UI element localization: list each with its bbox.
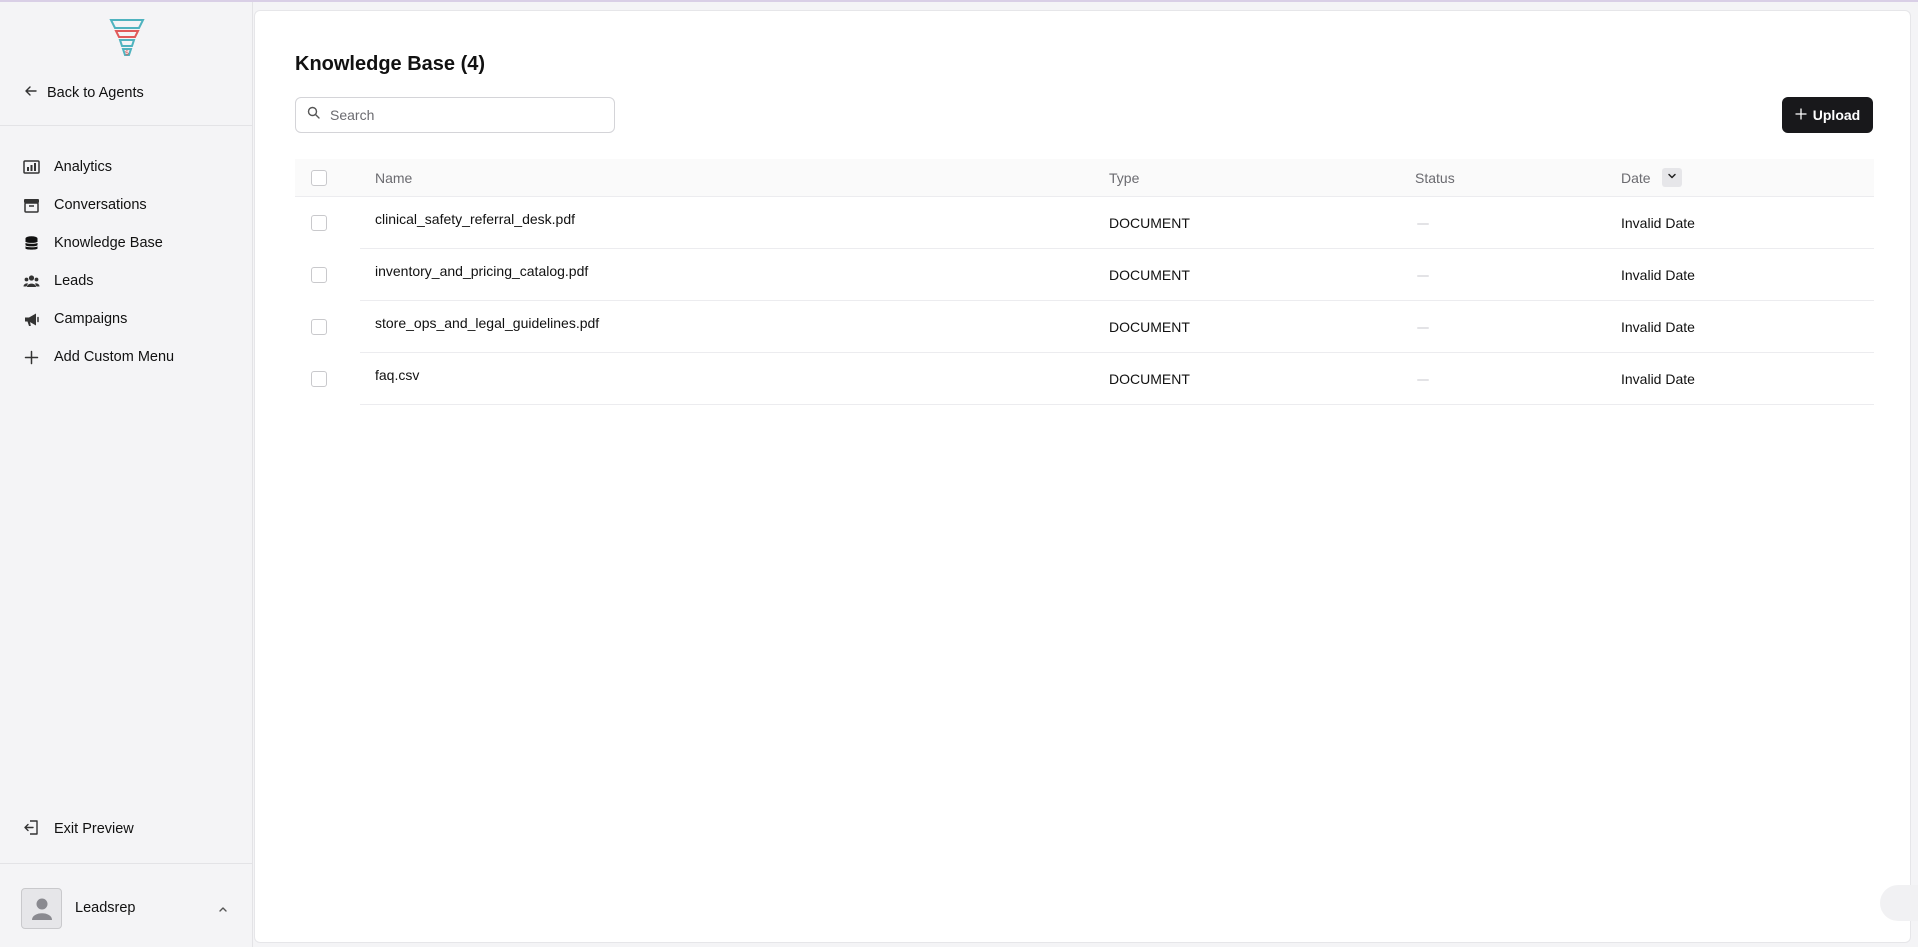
user-name: Leadsrep (75, 900, 136, 916)
sidebar-item-campaigns[interactable]: Campaigns (0, 300, 253, 338)
sidebar-item-label: Campaigns (54, 311, 128, 327)
sidebar-item-label: Leads (54, 273, 94, 289)
select-all-checkbox[interactable] (311, 170, 327, 186)
back-to-agents-link[interactable]: Back to Agents (23, 82, 144, 104)
status-empty (1417, 223, 1429, 225)
file-name[interactable]: store_ops_and_legal_guidelines.pdf (375, 315, 599, 331)
file-type: DOCUMENT (1109, 215, 1190, 231)
sidebar-item-label: Add Custom Menu (54, 349, 175, 365)
file-name[interactable]: clinical_safety_referral_desk.pdf (375, 211, 575, 227)
file-date: Invalid Date (1621, 267, 1695, 283)
plus-icon (1795, 107, 1807, 123)
sidebar: $ Back to Agents Analytics Conversations… (0, 2, 253, 947)
svg-text:$: $ (125, 49, 129, 57)
table-row[interactable]: store_ops_and_legal_guidelines.pdf DOCUM… (295, 301, 1874, 353)
upload-button[interactable]: Upload (1782, 97, 1873, 133)
exit-icon (23, 819, 40, 840)
sidebar-item-conversations[interactable]: Conversations (0, 186, 253, 224)
table-row[interactable]: inventory_and_pricing_catalog.pdf DOCUME… (295, 249, 1874, 301)
row-divider (360, 404, 1874, 405)
file-date: Invalid Date (1621, 371, 1695, 387)
sidebar-nav: Analytics Conversations Knowledge Base L… (0, 148, 253, 376)
floating-widget-tab[interactable] (1880, 885, 1918, 921)
top-accent-line (0, 0, 1918, 2)
page-title: Knowledge Base (4) (295, 53, 486, 75)
sidebar-item-add-custom-menu[interactable]: Add Custom Menu (0, 338, 253, 376)
sidebar-divider (0, 125, 253, 126)
sidebar-item-label: Knowledge Base (54, 235, 163, 251)
sidebar-item-label: Conversations (54, 197, 147, 213)
chevron-up-icon (217, 902, 229, 914)
database-icon (23, 235, 40, 252)
plus-icon (23, 349, 40, 366)
app-logo[interactable]: $ (108, 16, 146, 60)
search-input[interactable] (328, 106, 608, 124)
sidebar-item-analytics[interactable]: Analytics (0, 148, 253, 186)
column-header-date[interactable]: Date (1621, 170, 1651, 186)
table-row[interactable]: faq.csv DOCUMENT Invalid Date (295, 353, 1874, 405)
row-checkbox[interactable] (311, 267, 327, 283)
file-date: Invalid Date (1621, 319, 1695, 335)
column-header-type[interactable]: Type (1109, 170, 1139, 186)
sidebar-item-knowledge-base[interactable]: Knowledge Base (0, 224, 253, 262)
users-icon (23, 273, 40, 290)
documents-table: Name Type Status Date clinical_safety_re… (295, 159, 1874, 405)
status-empty (1417, 275, 1429, 277)
inbox-icon (23, 197, 40, 214)
row-checkbox[interactable] (311, 371, 327, 387)
file-type: DOCUMENT (1109, 371, 1190, 387)
file-name[interactable]: inventory_and_pricing_catalog.pdf (375, 263, 588, 279)
file-type: DOCUMENT (1109, 319, 1190, 335)
search-icon (307, 106, 320, 124)
column-header-name[interactable]: Name (375, 170, 412, 186)
status-empty (1417, 327, 1429, 329)
exit-preview-button[interactable]: Exit Preview (23, 817, 134, 841)
status-empty (1417, 379, 1429, 381)
sidebar-divider (0, 863, 253, 864)
upload-label: Upload (1812, 107, 1861, 123)
file-name[interactable]: faq.csv (375, 367, 419, 383)
sidebar-item-leads[interactable]: Leads (0, 262, 253, 300)
main-panel: Knowledge Base (4) Upload Name Type Stat… (254, 10, 1911, 943)
avatar (21, 887, 62, 929)
back-label: Back to Agents (47, 85, 144, 101)
row-checkbox[interactable] (311, 215, 327, 231)
file-date: Invalid Date (1621, 215, 1695, 231)
file-type: DOCUMENT (1109, 267, 1190, 283)
chevron-down-icon (1666, 169, 1678, 187)
arrow-left-icon (23, 83, 39, 103)
date-sort-button[interactable] (1662, 168, 1682, 187)
table-header: Name Type Status Date (295, 159, 1874, 197)
search-box[interactable] (295, 97, 615, 133)
column-header-status[interactable]: Status (1415, 170, 1455, 186)
megaphone-icon (23, 311, 40, 328)
table-row[interactable]: clinical_safety_referral_desk.pdf DOCUME… (295, 197, 1874, 249)
analytics-icon (23, 159, 40, 176)
exit-label: Exit Preview (54, 821, 134, 837)
user-menu[interactable]: Leadsrep (21, 887, 233, 929)
row-checkbox[interactable] (311, 319, 327, 335)
sidebar-item-label: Analytics (54, 159, 113, 175)
